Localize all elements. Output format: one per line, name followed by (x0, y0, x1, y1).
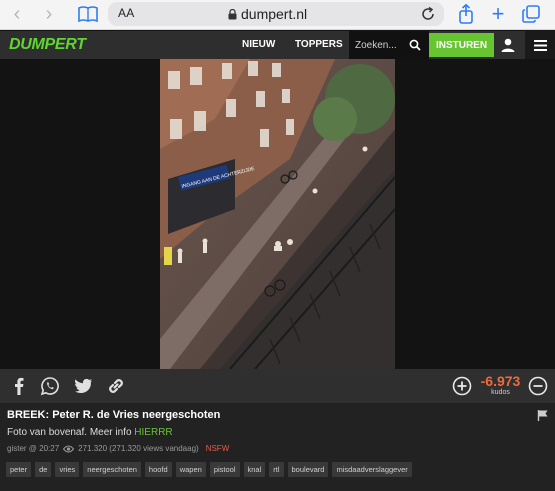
tag[interactable]: de (35, 462, 52, 477)
kudos-count: -6.973 (480, 373, 521, 389)
description-text: Foto van bovenaf. Meer info (7, 427, 135, 438)
tag[interactable]: neergeschoten (83, 462, 141, 477)
back-icon[interactable]: ‹ (8, 3, 26, 25)
tag[interactable]: boulevard (287, 462, 329, 477)
kudos-plus-icon[interactable] (452, 376, 472, 396)
description-link[interactable]: HIERRR (134, 427, 172, 438)
tag[interactable]: hoofd (144, 462, 172, 477)
forward-icon[interactable]: › (40, 3, 58, 25)
search-icon[interactable] (409, 39, 421, 51)
tag[interactable]: misdaadverslaggever (332, 462, 412, 477)
tag[interactable]: vries (55, 462, 80, 477)
tag[interactable]: wapen (175, 462, 206, 477)
tag[interactable]: peter (6, 462, 32, 477)
nsfw-badge: NSFW (205, 444, 230, 453)
facebook-icon[interactable] (9, 376, 29, 396)
eye-icon (63, 445, 75, 452)
new-tab-icon[interactable]: + (488, 1, 508, 26)
dumpert-logo[interactable]: DUMPERT (9, 36, 86, 54)
lock-icon (228, 8, 237, 19)
post-info: BREEK: Peter R. de Vries neergeschoten F… (0, 403, 555, 491)
insturen-button[interactable]: INSTUREN (429, 33, 494, 57)
kudos-label: kudos (491, 389, 510, 396)
tag[interactable]: pistool (209, 462, 240, 477)
whatsapp-icon[interactable] (40, 376, 60, 396)
video-frame[interactable]: INGANG AAN DE ACHTERZIJDE (160, 59, 395, 369)
video-still: INGANG AAN DE ACHTERZIJDE (160, 59, 395, 369)
url-text: dumpert.nl (241, 6, 308, 22)
nav-toppers[interactable]: TOPPERS (295, 39, 343, 50)
video-player[interactable]: INGANG AAN DE ACHTERZIJDE (0, 59, 555, 369)
action-bar: -6.973 kudos (0, 369, 555, 403)
post-time: gister @ 20:27 (7, 444, 60, 453)
tag[interactable]: rtl (269, 462, 284, 477)
menu-button[interactable] (525, 31, 555, 59)
user-icon[interactable] (500, 37, 516, 53)
site-header: DUMPERT NIEUW TOPPERS INSTUREN (0, 31, 555, 59)
nav-nieuw[interactable]: NIEUW (242, 39, 275, 50)
post-views: 271.320 (271.320 views vandaag) (78, 444, 199, 453)
link-icon[interactable] (106, 376, 126, 396)
text-size-button[interactable]: AA (118, 6, 135, 20)
bookmarks-icon[interactable] (76, 3, 100, 25)
tag[interactable]: knal (243, 462, 266, 477)
post-meta: gister @ 20:27 271.320 (271.320 views va… (7, 444, 229, 453)
flag-icon[interactable] (537, 409, 549, 421)
post-description: Foto van bovenaf. Meer info HIERRR (7, 427, 173, 438)
post-title: BREEK: Peter R. de Vries neergeschoten (7, 409, 221, 421)
tag-list: peter de vries neergeschoten hoofd wapen… (6, 462, 412, 477)
twitter-icon[interactable] (73, 376, 93, 396)
search-input[interactable] (355, 38, 407, 52)
tabs-icon[interactable] (520, 3, 542, 25)
share-icon[interactable] (456, 3, 476, 25)
reload-icon[interactable] (419, 5, 437, 23)
browser-toolbar: ‹ › AA dumpert.nl + (0, 0, 555, 30)
hamburger-icon (533, 39, 547, 51)
address-bar[interactable]: AA dumpert.nl (108, 2, 444, 26)
url-field[interactable]: dumpert.nl (228, 6, 307, 22)
kudos-minus-icon[interactable] (528, 376, 548, 396)
